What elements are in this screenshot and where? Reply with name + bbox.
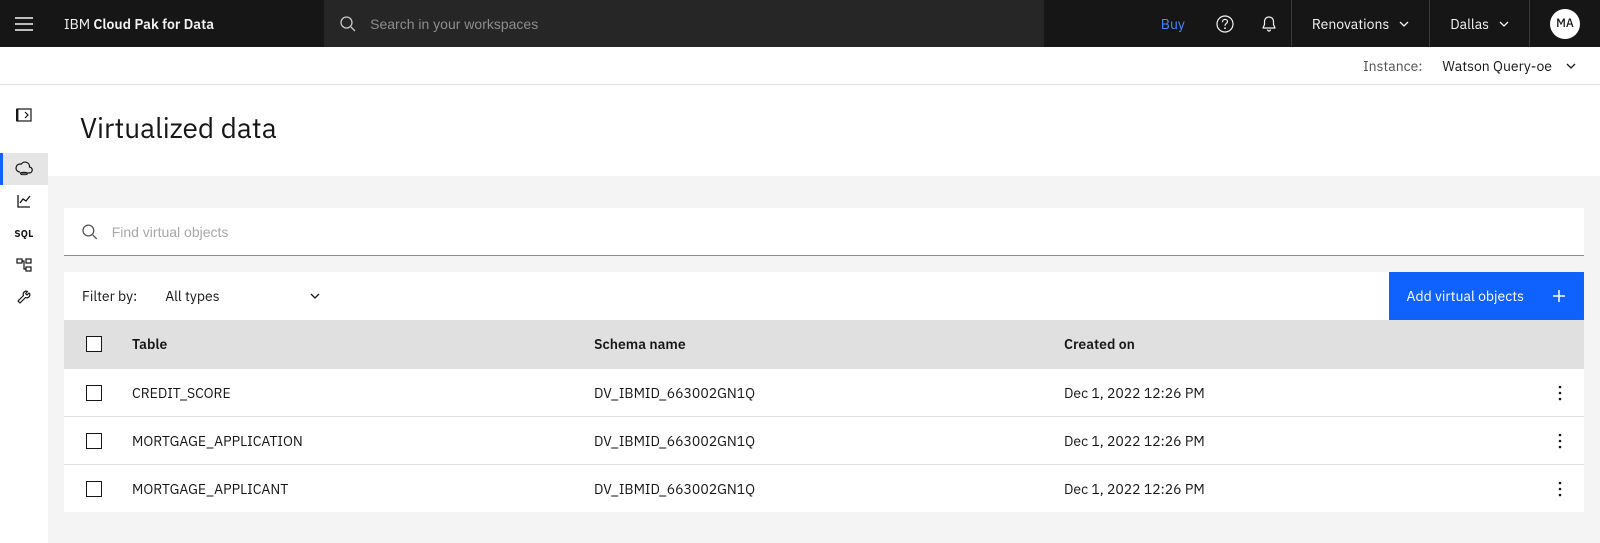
cell-created: Dec 1, 2022 12:26 PM: [1064, 480, 1536, 498]
global-search[interactable]: [324, 0, 1044, 47]
column-header-table[interactable]: Table: [124, 335, 594, 353]
cell-schema: DV_IBMID_663002GN1Q: [594, 432, 1064, 450]
account-label: Renovations: [1312, 15, 1389, 33]
row-overflow-menu[interactable]: [1536, 385, 1584, 401]
add-virtual-objects-button[interactable]: Add virtual objects: [1389, 272, 1584, 320]
rail-item-collapse[interactable]: [0, 99, 48, 131]
row-overflow-menu[interactable]: [1536, 433, 1584, 449]
rail-item-sql[interactable]: SQL: [0, 217, 48, 249]
row-checkbox[interactable]: [86, 385, 102, 401]
plus-icon: [1552, 289, 1566, 303]
column-header-schema[interactable]: Schema name: [594, 335, 1064, 353]
instance-switcher[interactable]: Watson Query-oe: [1442, 57, 1576, 75]
topbar-left: IBM Cloud Pak for Data: [0, 0, 230, 47]
main-content: Virtualized data Filter by: All types Ad…: [48, 85, 1600, 543]
avatar: MA: [1550, 9, 1580, 39]
instance-row: Instance: Watson Query-oe: [0, 47, 1600, 85]
cell-table: MORTGAGE_APPLICANT: [124, 480, 594, 498]
rail-item-schema[interactable]: [0, 249, 48, 281]
virtual-objects-table: Table Schema name Created on CREDIT_SCOR…: [64, 320, 1584, 512]
find-panel[interactable]: [64, 208, 1584, 256]
content-area: Filter by: All types Add virtual objects…: [48, 176, 1600, 543]
cell-schema: DV_IBMID_663002GN1Q: [594, 480, 1064, 498]
region-label: Dallas: [1450, 15, 1489, 33]
hamburger-menu-button[interactable]: [0, 0, 48, 47]
row-checkbox[interactable]: [86, 433, 102, 449]
hamburger-icon: [15, 17, 33, 31]
collapse-icon: [16, 107, 32, 123]
type-filter-value: All types: [165, 287, 219, 305]
select-all-checkbox[interactable]: [86, 336, 102, 352]
global-search-input[interactable]: [370, 16, 1028, 32]
page-title: Virtualized data: [48, 85, 1600, 176]
topbar-right: Buy Renovations Dallas MA: [1143, 0, 1600, 47]
cell-schema: DV_IBMID_663002GN1Q: [594, 384, 1064, 402]
row-checkbox[interactable]: [86, 481, 102, 497]
chevron-down-icon: [1566, 63, 1576, 69]
filter-label: Filter by:: [82, 287, 137, 305]
column-header-created[interactable]: Created on: [1064, 335, 1536, 353]
wrench-icon: [16, 289, 32, 305]
brand-bold: Cloud Pak for Data: [93, 15, 214, 33]
table-row: MORTGAGE_APPLICANT DV_IBMID_663002GN1Q D…: [64, 464, 1584, 512]
region-switcher[interactable]: Dallas: [1429, 0, 1529, 47]
notifications-button[interactable]: [1247, 0, 1291, 47]
account-switcher[interactable]: Renovations: [1291, 0, 1429, 47]
help-button[interactable]: [1203, 0, 1247, 47]
table-row: MORTGAGE_APPLICATION DV_IBMID_663002GN1Q…: [64, 416, 1584, 464]
find-input[interactable]: [112, 224, 1566, 240]
table-row: CREDIT_SCORE DV_IBMID_663002GN1Q Dec 1, …: [64, 368, 1584, 416]
search-icon: [340, 16, 356, 32]
chevron-down-icon: [1499, 21, 1509, 27]
type-filter-select[interactable]: All types: [165, 287, 319, 305]
overflow-icon: [1558, 385, 1562, 401]
sql-icon: SQL: [14, 227, 33, 240]
filter-toolbar: Filter by: All types Add virtual objects: [64, 272, 1584, 320]
brand-prefix: IBM: [64, 15, 93, 33]
rail-item-tools[interactable]: [0, 281, 48, 313]
user-menu[interactable]: MA: [1529, 0, 1600, 47]
rail-item-analytics[interactable]: [0, 185, 48, 217]
top-header: IBM Cloud Pak for Data Buy Renovations D…: [0, 0, 1600, 47]
row-overflow-menu[interactable]: [1536, 481, 1584, 497]
instance-value: Watson Query-oe: [1442, 57, 1552, 75]
overflow-icon: [1558, 481, 1562, 497]
overflow-icon: [1558, 433, 1562, 449]
chevron-down-icon: [1399, 21, 1409, 27]
brand-label: IBM Cloud Pak for Data: [48, 15, 230, 33]
buy-link[interactable]: Buy: [1143, 15, 1203, 33]
bell-icon: [1260, 15, 1278, 33]
left-rail: SQL: [0, 85, 48, 543]
cell-table: CREDIT_SCORE: [124, 384, 594, 402]
help-icon: [1216, 15, 1234, 33]
search-icon: [82, 224, 98, 240]
data-cloud-icon: [15, 161, 33, 177]
instance-label: Instance:: [1363, 57, 1422, 75]
cell-table: MORTGAGE_APPLICATION: [124, 432, 594, 450]
add-button-label: Add virtual objects: [1407, 287, 1524, 305]
chevron-down-icon: [310, 293, 320, 299]
analytics-icon: [16, 193, 32, 209]
rail-item-virtualized-data[interactable]: [0, 153, 48, 185]
cell-created: Dec 1, 2022 12:26 PM: [1064, 384, 1536, 402]
table-header-row: Table Schema name Created on: [64, 320, 1584, 368]
schema-icon: [16, 257, 32, 273]
cell-created: Dec 1, 2022 12:26 PM: [1064, 432, 1536, 450]
